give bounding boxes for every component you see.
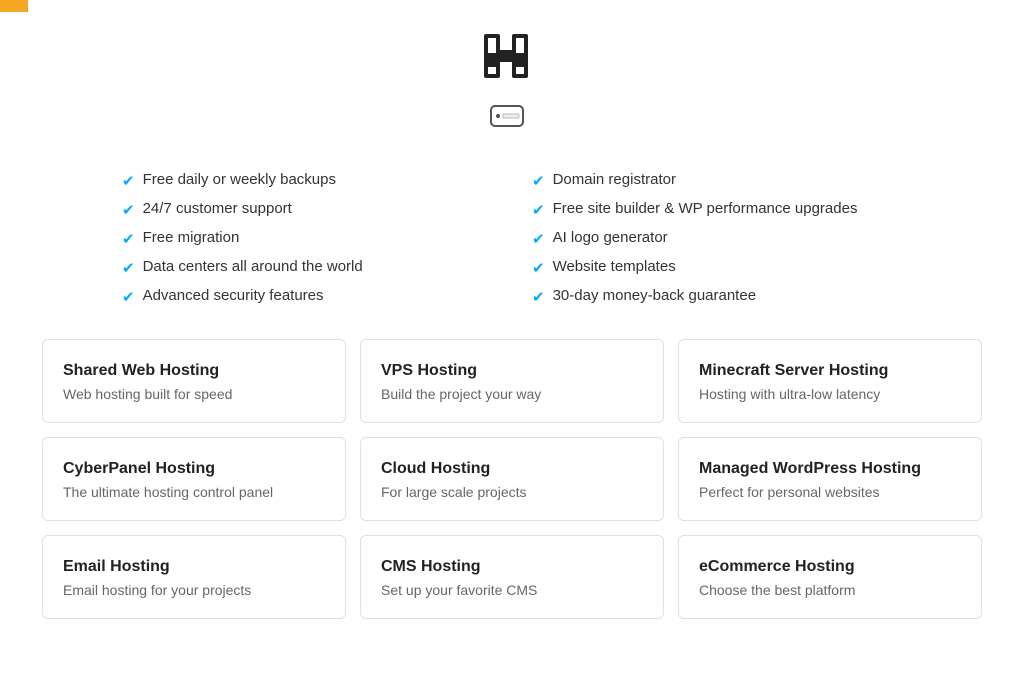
hosting-card-title-0: Shared Web Hosting xyxy=(63,362,325,380)
hosting-card-title-5: Managed WordPress Hosting xyxy=(699,460,961,478)
feature-text: Advanced security features xyxy=(143,287,324,304)
hosting-card-7[interactable]: CMS Hosting Set up your favorite CMS xyxy=(360,535,664,619)
tagline xyxy=(20,98,1004,134)
features-section: ✔ Free daily or weekly backups ✔ 24/7 custo… xyxy=(82,166,942,311)
check-icon: ✔ xyxy=(122,172,135,190)
logo-icon xyxy=(480,30,532,82)
top-banner[interactable] xyxy=(0,0,28,12)
logo-area xyxy=(20,30,1004,82)
feature-text: Website templates xyxy=(553,258,676,275)
check-icon: ✔ xyxy=(122,259,135,277)
feature-item-left-4: ✔ Advanced security features xyxy=(122,282,492,311)
hosting-card-subtitle-6: Email hosting for your projects xyxy=(63,582,325,598)
hosting-card-2[interactable]: Minecraft Server Hosting Hosting with ul… xyxy=(678,339,982,423)
check-icon: ✔ xyxy=(532,172,545,190)
hosting-card-title-3: CyberPanel Hosting xyxy=(63,460,325,478)
feature-text: Data centers all around the world xyxy=(143,258,363,275)
feature-item-right-0: ✔ Domain registrator xyxy=(532,166,902,195)
feature-text: 30-day money-back guarantee xyxy=(553,287,756,304)
hosting-card-title-7: CMS Hosting xyxy=(381,558,643,576)
hosting-card-subtitle-8: Choose the best platform xyxy=(699,582,961,598)
hosting-card-subtitle-7: Set up your favorite CMS xyxy=(381,582,643,598)
check-icon: ✔ xyxy=(122,288,135,306)
hosting-card-1[interactable]: VPS Hosting Build the project your way xyxy=(360,339,664,423)
feature-item-left-2: ✔ Free migration xyxy=(122,224,492,253)
features-left-col: ✔ Free daily or weekly backups ✔ 24/7 custo… xyxy=(122,166,492,311)
hosting-card-subtitle-1: Build the project your way xyxy=(381,386,643,402)
hosting-card-6[interactable]: Email Hosting Email hosting for your pro… xyxy=(42,535,346,619)
hosting-card-subtitle-2: Hosting with ultra-low latency xyxy=(699,386,961,402)
hosting-card-title-2: Minecraft Server Hosting xyxy=(699,362,961,380)
hosting-card-subtitle-0: Web hosting built for speed xyxy=(63,386,325,402)
check-icon: ✔ xyxy=(532,230,545,248)
hosting-card-5[interactable]: Managed WordPress Hosting Perfect for pe… xyxy=(678,437,982,521)
feature-item-right-4: ✔ 30-day money-back guarantee xyxy=(532,282,902,311)
check-icon: ✔ xyxy=(532,259,545,277)
feature-item-left-1: ✔ 24/7 customer support xyxy=(122,195,492,224)
feature-text: Domain registrator xyxy=(553,171,676,188)
hosting-card-subtitle-5: Perfect for personal websites xyxy=(699,484,961,500)
hosting-card-4[interactable]: Cloud Hosting For large scale projects xyxy=(360,437,664,521)
hosting-card-title-4: Cloud Hosting xyxy=(381,460,643,478)
check-icon: ✔ xyxy=(532,201,545,219)
feature-item-left-3: ✔ Data centers all around the world xyxy=(122,253,492,282)
feature-text: Free site builder & WP performance upgra… xyxy=(553,200,858,217)
hosting-grid: Shared Web Hosting Web hosting built for… xyxy=(22,339,1002,649)
features-right-col: ✔ Domain registrator ✔ Free site builder & … xyxy=(532,166,902,311)
hosting-card-8[interactable]: eCommerce Hosting Choose the best platfo… xyxy=(678,535,982,619)
feature-text: Free daily or weekly backups xyxy=(143,171,336,188)
hosting-card-0[interactable]: Shared Web Hosting Web hosting built for… xyxy=(42,339,346,423)
check-icon: ✔ xyxy=(532,288,545,306)
feature-text: Free migration xyxy=(143,229,240,246)
feature-text: AI logo generator xyxy=(553,229,668,246)
hosting-card-title-6: Email Hosting xyxy=(63,558,325,576)
feature-item-right-1: ✔ Free site builder & WP performance upgr… xyxy=(532,195,902,224)
check-icon: ✔ xyxy=(122,201,135,219)
feature-item-left-0: ✔ Free daily or weekly backups xyxy=(122,166,492,195)
feature-item-right-2: ✔ AI logo generator xyxy=(532,224,902,253)
hosting-card-3[interactable]: CyberPanel Hosting The ultimate hosting … xyxy=(42,437,346,521)
feature-item-right-3: ✔ Website templates xyxy=(532,253,902,282)
feature-text: 24/7 customer support xyxy=(143,200,292,217)
hosting-card-subtitle-4: For large scale projects xyxy=(381,484,643,500)
header xyxy=(0,0,1024,166)
check-icon: ✔ xyxy=(122,230,135,248)
hosting-card-subtitle-3: The ultimate hosting control panel xyxy=(63,484,325,500)
tagline-icon xyxy=(489,98,525,134)
hosting-card-title-8: eCommerce Hosting xyxy=(699,558,961,576)
hosting-card-title-1: VPS Hosting xyxy=(381,362,643,380)
